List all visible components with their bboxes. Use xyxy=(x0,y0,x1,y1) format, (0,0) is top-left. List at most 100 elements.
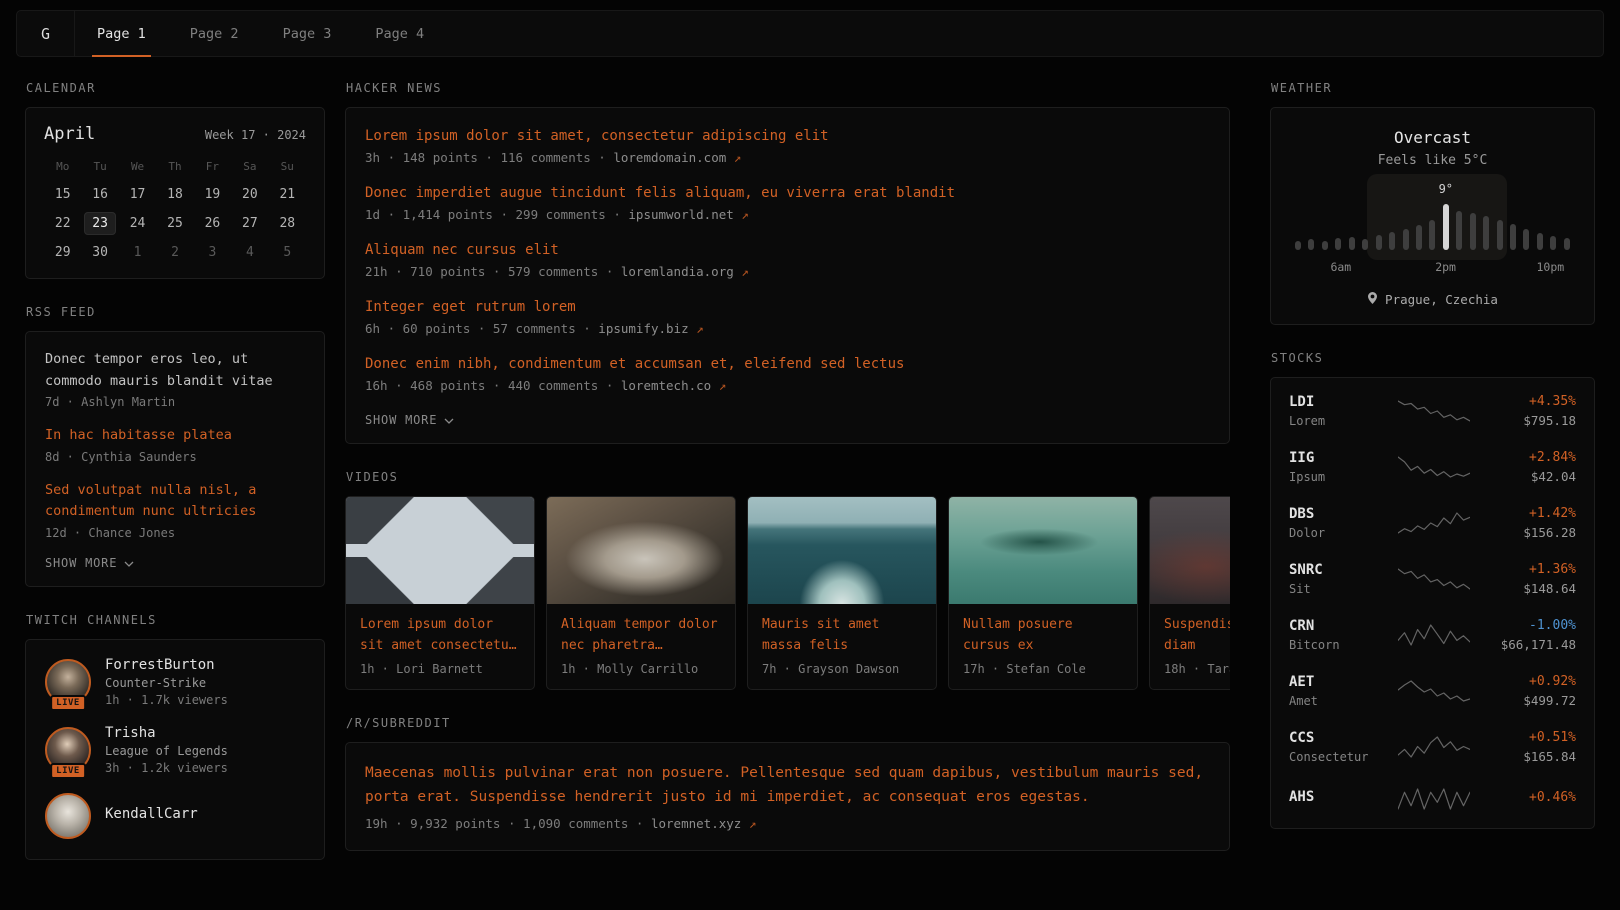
video-title-link[interactable]: Lorem ipsum dolor sit amet consectetu… xyxy=(346,604,534,662)
rss-headline-link[interactable]: Donec tempor eros leo, ut commodo mauris… xyxy=(45,349,305,392)
stock-values: +1.42% $156.28 xyxy=(1484,506,1576,540)
hn-title-link[interactable]: Aliquam nec cursus elit xyxy=(365,242,1210,258)
rss-item[interactable]: Sed volutpat nulla nisl, a condimentum n… xyxy=(45,480,305,540)
twitch-channel-row[interactable]: KendallCarr xyxy=(45,793,305,839)
stock-price: $795.18 xyxy=(1484,413,1576,428)
channel-game: League of Legends xyxy=(105,744,228,758)
hn-item: Integer eget rutrum lorem 6h · 60 points… xyxy=(365,299,1210,336)
channel-info: Trisha League of Legends 3h · 1.2k viewe… xyxy=(105,725,228,775)
stock-price: $165.84 xyxy=(1484,749,1576,764)
hn-meta: 16h · 468 points · 440 comments · loremt… xyxy=(365,378,1210,393)
hn-domain-link[interactable]: loremlandia.org xyxy=(621,264,734,279)
stock-sparkline xyxy=(1383,510,1484,536)
hn-title-link[interactable]: Donec imperdiet augue tincidunt felis al… xyxy=(365,185,1210,201)
app-logo: G xyxy=(17,11,75,56)
rss-item[interactable]: In hac habitasse platea 8d · Cynthia Sau… xyxy=(45,425,305,464)
hn-title-link[interactable]: Lorem ipsum dolor sit amet, consectetur … xyxy=(365,128,1210,144)
weather-bar-column xyxy=(1416,225,1422,250)
weather-bar xyxy=(1308,239,1314,250)
weather-time-label: 2pm xyxy=(1435,260,1456,274)
calendar-month: April xyxy=(44,124,95,144)
stock-symbol: AET xyxy=(1289,674,1383,690)
stock-name: Ipsum xyxy=(1289,470,1383,484)
stock-symbol: AHS xyxy=(1289,789,1383,805)
weather-bar-column xyxy=(1537,233,1543,250)
stock-name: Consectetur xyxy=(1289,750,1383,764)
weather-bar xyxy=(1456,211,1462,250)
twitch-channel-row[interactable]: LIVE ForrestBurton Counter-Strike 1h · 1… xyxy=(45,657,305,707)
stock-name: Lorem xyxy=(1289,414,1383,428)
stock-change: -1.00% xyxy=(1484,618,1576,633)
weather-bar-column xyxy=(1456,211,1462,250)
video-thumbnail[interactable] xyxy=(949,497,1137,604)
stock-row[interactable]: IIG Ipsum +2.84% $42.04 xyxy=(1289,439,1576,495)
weather-bar xyxy=(1335,238,1341,250)
hn-item: Aliquam nec cursus elit 21h · 710 points… xyxy=(365,242,1210,279)
stock-row[interactable]: SNRC Sit +1.36% $148.64 xyxy=(1289,551,1576,607)
calendar-day: 17 xyxy=(119,187,156,202)
left-column: CALENDAR April Week 17 · 2024 MoTuWeThFr… xyxy=(25,81,325,886)
weather-bar-column xyxy=(1308,239,1314,250)
stock-row[interactable]: AET Amet +0.92% $499.72 xyxy=(1289,663,1576,719)
tab-page-1[interactable]: Page 1 xyxy=(75,11,168,56)
hn-domain-link[interactable]: loremdomain.com xyxy=(613,150,726,165)
video-card[interactable]: Lorem ipsum dolor sit amet consectetu… 1… xyxy=(345,496,535,690)
weather-bar xyxy=(1523,229,1529,250)
calendar-day: 16 xyxy=(81,187,118,202)
tab-page-4[interactable]: Page 4 xyxy=(353,11,446,56)
stock-price: $42.04 xyxy=(1484,469,1576,484)
weather-condition: Overcast xyxy=(1291,128,1574,147)
weather-bar-column: 9° xyxy=(1443,204,1449,250)
hn-domain-link[interactable]: ipsumify.biz xyxy=(598,321,688,336)
video-card[interactable]: Mauris sit amet massa felis 7h · Grayson… xyxy=(747,496,937,690)
weather-bar xyxy=(1322,241,1328,250)
tab-page-2[interactable]: Page 2 xyxy=(168,11,261,56)
calendar-day: 25 xyxy=(156,216,193,231)
video-thumbnail[interactable] xyxy=(748,497,936,604)
twitch-channel-row[interactable]: LIVE Trisha League of Legends 3h · 1.2k … xyxy=(45,725,305,775)
video-card[interactable]: Nullam posuere cursus ex 17h · Stefan Co… xyxy=(948,496,1138,690)
stock-change: +0.51% xyxy=(1484,730,1576,745)
weather-bar xyxy=(1349,237,1355,250)
video-title-link[interactable]: Aliquam tempor dolor nec pharetra… xyxy=(547,604,735,662)
calendar-week-year: Week 17 · 2024 xyxy=(205,128,306,142)
stock-row[interactable]: LDI Lorem +4.35% $795.18 xyxy=(1289,383,1576,439)
hn-domain-link[interactable]: loremtech.co xyxy=(621,378,711,393)
video-thumbnail[interactable] xyxy=(346,497,534,604)
channel-game: Counter-Strike xyxy=(105,676,228,690)
stock-id: IIG Ipsum xyxy=(1289,450,1383,484)
video-title-link[interactable]: Mauris sit amet massa felis xyxy=(748,604,936,662)
rss-item[interactable]: Donec tempor eros leo, ut commodo mauris… xyxy=(45,349,305,409)
stock-sparkline xyxy=(1383,786,1484,812)
video-card[interactable]: Suspendisse diam 18h · Tara xyxy=(1149,496,1230,690)
hn-title-link[interactable]: Donec enim nibh, condimentum et accumsan… xyxy=(365,356,1210,372)
hn-show-more-button[interactable]: SHOW MORE xyxy=(365,413,1210,427)
stock-row[interactable]: AHS +0.46% xyxy=(1289,775,1576,823)
video-meta: 1h · Molly Carrillo xyxy=(547,662,735,689)
video-title-link[interactable]: Suspendisse diam xyxy=(1150,604,1230,662)
stock-row[interactable]: CRN Bitcorn -1.00% $66,171.48 xyxy=(1289,607,1576,663)
subreddit-post-title-link[interactable]: Maecenas mollis pulvinar erat non posuer… xyxy=(365,762,1210,810)
videos-section: VIDEOS Lorem ipsum dolor sit amet consec… xyxy=(345,470,1230,690)
hn-meta-text: 3h · 148 points · 116 comments · xyxy=(365,150,613,165)
hn-title-link[interactable]: Integer eget rutrum lorem xyxy=(365,299,1210,315)
stock-row[interactable]: CCS Consectetur +0.51% $165.84 xyxy=(1289,719,1576,775)
hackernews-card: Lorem ipsum dolor sit amet, consectetur … xyxy=(345,107,1230,444)
rss-item-meta: 7d · Ashlyn Martin xyxy=(45,395,305,409)
calendar-day-header: Sa xyxy=(231,160,268,173)
channel-meta: 3h · 1.2k viewers xyxy=(105,761,228,775)
stock-row[interactable]: DBS Dolor +1.42% $156.28 xyxy=(1289,495,1576,551)
rss-show-more-button[interactable]: SHOW MORE xyxy=(45,556,305,570)
video-thumbnail[interactable] xyxy=(547,497,735,604)
video-title-link[interactable]: Nullam posuere cursus ex xyxy=(949,604,1137,662)
tab-page-3[interactable]: Page 3 xyxy=(261,11,354,56)
subreddit-domain-link[interactable]: loremnet.xyz xyxy=(651,816,741,831)
stock-name: Sit xyxy=(1289,582,1383,596)
rss-headline-link[interactable]: In hac habitasse platea xyxy=(45,425,305,447)
video-card[interactable]: Aliquam tempor dolor nec pharetra… 1h · … xyxy=(546,496,736,690)
hn-domain-link[interactable]: ipsumworld.net xyxy=(628,207,733,222)
rss-headline-link[interactable]: Sed volutpat nulla nisl, a condimentum n… xyxy=(45,480,305,523)
video-thumbnail[interactable] xyxy=(1150,497,1230,604)
weather-bar-column xyxy=(1389,232,1395,250)
hn-show-more-label: SHOW MORE xyxy=(365,413,437,427)
